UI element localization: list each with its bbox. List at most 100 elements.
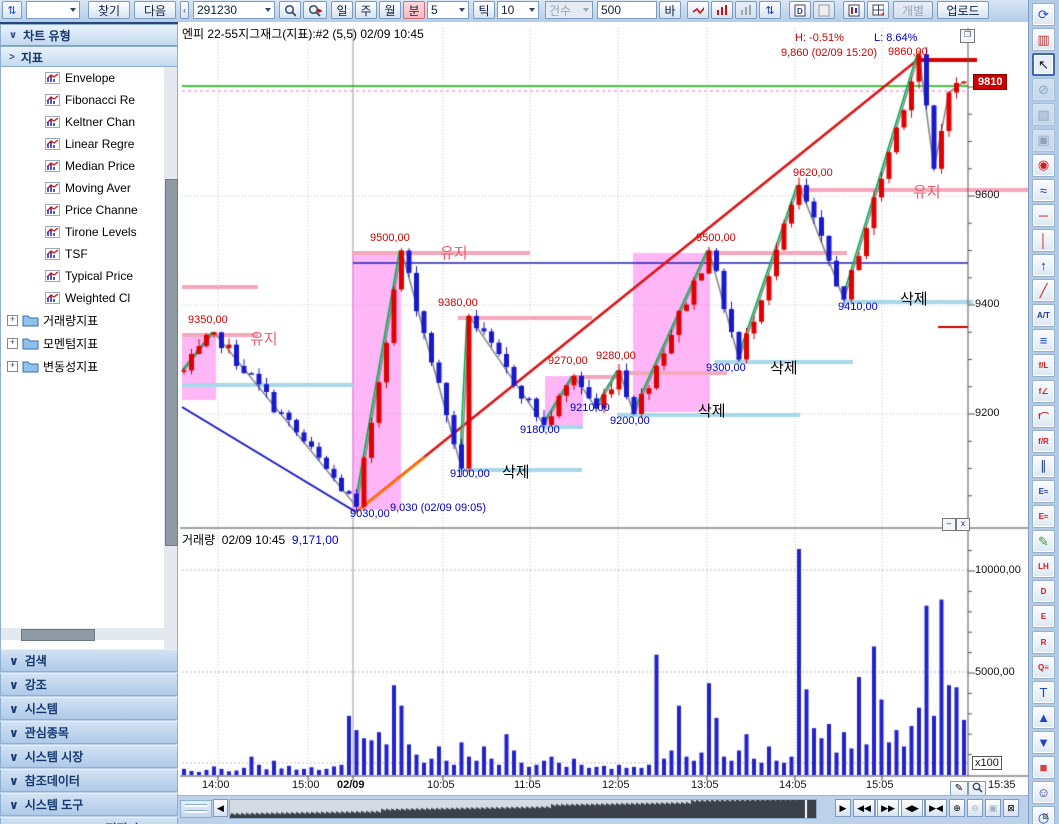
arrow-up-button[interactable]: ▲ bbox=[1032, 706, 1055, 729]
text-tool-button[interactable]: T bbox=[1032, 681, 1055, 704]
horizontal-segment-button[interactable]: ─ bbox=[1032, 204, 1055, 227]
grid-button[interactable] bbox=[867, 1, 889, 19]
fib-price-button[interactable]: f/L bbox=[1032, 354, 1055, 377]
zigzag-lh-button[interactable]: LH bbox=[1032, 555, 1055, 578]
period-day-button[interactable]: 일 bbox=[331, 1, 353, 19]
cursor-button[interactable]: ↖ bbox=[1032, 53, 1055, 76]
indicator-item-median-price[interactable]: Median Price bbox=[1, 155, 177, 177]
symbol-combo[interactable]: 291230 bbox=[193, 1, 275, 19]
indicator-item-envelope[interactable]: Envelope bbox=[1, 67, 177, 89]
watch-combo[interactable] bbox=[26, 1, 80, 19]
text-annotation-button[interactable]: A/T bbox=[1032, 304, 1055, 327]
sidebar-section-검색[interactable]: ∨검색 bbox=[0, 649, 178, 672]
period-minute-button[interactable]: 분 bbox=[403, 1, 425, 19]
indicator-item-fibonacci-re[interactable]: Fibonacci Re bbox=[1, 89, 177, 111]
symbol-list-button[interactable]: ⇅ bbox=[2, 1, 22, 19]
expand-icon[interactable]: + bbox=[7, 361, 18, 372]
trendline-button[interactable]: ╱ bbox=[1032, 279, 1055, 302]
find-button[interactable]: 찾기 bbox=[88, 1, 130, 19]
folder-item-모멘텀지표[interactable]: +모멘텀지표 bbox=[1, 332, 177, 355]
time-axis-tick: 14:05 bbox=[779, 779, 807, 791]
zigzag-e-button[interactable]: E bbox=[1032, 605, 1055, 628]
fib-retracement-button[interactable]: ≡ bbox=[1032, 329, 1055, 352]
scroll-right-button[interactable]: ▶ bbox=[835, 799, 851, 817]
indicator-item-tsf[interactable]: TSF bbox=[1, 243, 177, 265]
vertical-segment-button[interactable]: │ bbox=[1032, 229, 1055, 252]
page-left-button[interactable]: ◀◀ bbox=[853, 799, 875, 817]
elliott-wave-button[interactable]: E≈ bbox=[1032, 480, 1055, 503]
zigzag-tool-button[interactable]: ≈ bbox=[1032, 179, 1055, 202]
folder-item-변동성지표[interactable]: +변동성지표 bbox=[1, 355, 177, 378]
indicator-item-moving-aver[interactable]: Moving Aver bbox=[1, 177, 177, 199]
sidebar-section-시스템-시장[interactable]: ∨시스템 시장 bbox=[0, 745, 178, 768]
pencil-button[interactable]: ✎ bbox=[1032, 530, 1055, 553]
bar-count-input[interactable] bbox=[597, 1, 657, 19]
pattern-search-button[interactable]: ▥ bbox=[1032, 28, 1055, 51]
pane-maximize-button[interactable]: ❐ bbox=[960, 29, 975, 43]
point-marker-button[interactable]: ◉ bbox=[1032, 154, 1055, 177]
fib-fan-button[interactable]: f∠ bbox=[1032, 380, 1055, 403]
line-chart-button[interactable] bbox=[687, 1, 709, 19]
parallel-lines-button[interactable]: ∥ bbox=[1032, 455, 1055, 478]
indicator-item-tirone-levels[interactable]: Tirone Levels bbox=[1, 221, 177, 243]
tree-horizontal-scrollbar[interactable] bbox=[1, 628, 164, 640]
tick-select[interactable]: 10 bbox=[497, 1, 539, 19]
indicator-item-weighted-cl[interactable]: Weighted Cl bbox=[1, 287, 177, 309]
shrink-bars-button[interactable]: ▶◀ bbox=[925, 799, 947, 817]
signal-bars-button[interactable] bbox=[711, 1, 733, 19]
expand-icon[interactable]: + bbox=[7, 315, 18, 326]
scroll-left-button[interactable]: ◀ bbox=[213, 799, 228, 817]
panel-collapse-button[interactable]: ‹ bbox=[180, 1, 189, 19]
smiley-button[interactable]: ☺ bbox=[1032, 781, 1055, 804]
chart-doc-button[interactable] bbox=[843, 1, 865, 19]
upload-button[interactable]: 업로드 bbox=[937, 1, 989, 19]
price-arrow-button[interactable]: ↑ bbox=[1032, 254, 1055, 277]
minute-select[interactable]: 5 bbox=[427, 1, 469, 19]
zigzag-d-button[interactable]: D bbox=[1032, 580, 1055, 603]
zigzag-r-button[interactable]: R bbox=[1032, 631, 1055, 654]
sidebar-section-YesLanguage-편집기[interactable]: ∨YesLanguage 편집기 bbox=[0, 817, 178, 824]
volume-close-button[interactable]: x bbox=[956, 518, 970, 531]
tick-button[interactable]: 틱 bbox=[473, 1, 495, 19]
price-label: H: -0.51% bbox=[795, 32, 844, 44]
expand-bars-button[interactable]: ◀▶ bbox=[901, 799, 923, 817]
cancel-zoom-button[interactable]: ⊠ bbox=[1003, 799, 1019, 817]
volume-minimize-button[interactable]: – bbox=[942, 518, 956, 531]
tree-vertical-scrollbar[interactable] bbox=[164, 67, 177, 651]
chart-canvas[interactable] bbox=[178, 22, 1028, 824]
more-tools-chevron-icon[interactable]: » bbox=[1040, 813, 1051, 819]
page-right-button[interactable]: ▶▶ bbox=[877, 799, 899, 817]
search-jump-button[interactable] bbox=[303, 1, 327, 19]
sidebar-section-참조데이터[interactable]: ∨참조데이터 bbox=[0, 769, 178, 792]
fib-resistance-button[interactable]: f/R bbox=[1032, 430, 1055, 453]
scrollbar-thumb[interactable] bbox=[165, 179, 178, 546]
elliott-impulse-button[interactable]: E≈ bbox=[1032, 505, 1055, 528]
search-button[interactable] bbox=[279, 1, 301, 19]
folder-item-거래량지표[interactable]: +거래량지표 bbox=[1, 309, 177, 332]
expand-icon[interactable]: + bbox=[7, 338, 18, 349]
indicator-item-price-channe[interactable]: Price Channe bbox=[1, 199, 177, 221]
sidebar-section-관심종목[interactable]: ∨관심종목 bbox=[0, 721, 178, 744]
indicator-item-typical-price[interactable]: Typical Price bbox=[1, 265, 177, 287]
sidebar-section-시스템-도구[interactable]: ∨시스템 도구 bbox=[0, 793, 178, 816]
stop-block-button[interactable]: ■ bbox=[1032, 756, 1055, 779]
indicator-item-linear-regre[interactable]: Linear Regre bbox=[1, 133, 177, 155]
fib-arc-button[interactable]: f⌒ bbox=[1032, 405, 1055, 428]
bar-button[interactable]: 바 bbox=[659, 1, 681, 19]
doc-d-button[interactable]: D bbox=[789, 1, 811, 19]
sidebar-section-시스템[interactable]: ∨시스템 bbox=[0, 697, 178, 720]
period-week-button[interactable]: 주 bbox=[355, 1, 377, 19]
scrollbar-thumb[interactable] bbox=[21, 629, 95, 641]
sort-updown-button[interactable]: ⇅ bbox=[759, 1, 781, 19]
period-month-button[interactable]: 월 bbox=[379, 1, 401, 19]
indicator-item-keltner-chan[interactable]: Keltner Chan bbox=[1, 111, 177, 133]
overview-minimap[interactable] bbox=[229, 799, 817, 819]
quote-list-button[interactable]: Q≡ bbox=[1032, 656, 1055, 679]
sidebar-section-강조[interactable]: ∨강조 bbox=[0, 673, 178, 696]
arrow-down-button[interactable]: ▼ bbox=[1032, 731, 1055, 754]
next-button[interactable]: 다음 bbox=[134, 1, 176, 19]
zoom-in-button[interactable]: ⊕ bbox=[949, 799, 965, 817]
splitter-grip[interactable] bbox=[180, 800, 212, 818]
sync-button[interactable]: ⟳ bbox=[1032, 3, 1055, 26]
chart-type-header[interactable]: ∨차트 유형 bbox=[0, 24, 178, 46]
